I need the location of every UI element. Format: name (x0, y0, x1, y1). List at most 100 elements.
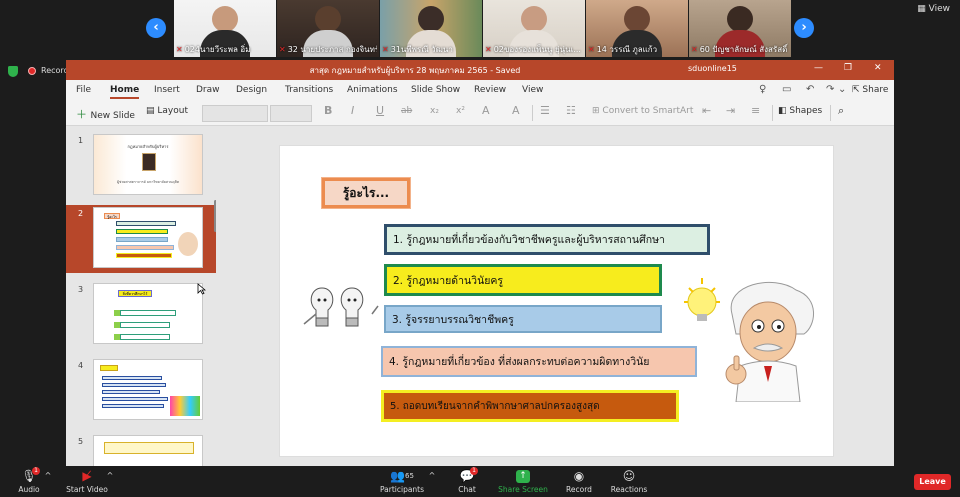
convert-smartart-button[interactable]: ⊞ Convert to SmartArt (592, 106, 693, 116)
participant-tile[interactable]: ✕ 31นพีพรณี วัฒนา (380, 0, 482, 57)
close-icon[interactable]: ✕ (874, 63, 882, 73)
font-color-icon[interactable]: A (482, 104, 490, 117)
tab-design[interactable]: Design (236, 85, 267, 95)
chat-button[interactable]: 💬 1 Chat (452, 466, 482, 497)
slide-item-2[interactable]: 2. รู้กฎหมายด้านวินัยครู (384, 264, 662, 296)
participant-tile[interactable]: ✕ 024นายวีระพล อิ่ม (174, 0, 276, 57)
participants-options-chevron[interactable]: ^ (428, 466, 436, 497)
record-button[interactable]: ◉ Record (562, 466, 596, 497)
recording-icon (28, 67, 36, 75)
bullets-icon[interactable]: ☰ (540, 104, 550, 117)
font-size-combo[interactable] (270, 105, 312, 122)
slide-item-4[interactable]: 4. รู้กฎหมายที่เกี่ยวข้อง ที่ส่งผลกระทบต… (381, 346, 697, 377)
meeting-controls: 🎙 1 Audio ^ ▶̸ Start Video ^ 👥65 Partici… (0, 466, 960, 497)
font-name-combo[interactable] (202, 105, 268, 122)
numbering-icon[interactable]: ☷ (566, 104, 576, 117)
title-bar: สาสุด กฎหมายสำหรับผู้บริหาร 28 พฤษภาคม 2… (66, 60, 894, 80)
tab-slide-show[interactable]: Slide Show (411, 85, 460, 95)
chevron-up-icon: ^ (44, 471, 52, 480)
search-icon[interactable]: ⌕ (838, 104, 844, 118)
tab-home[interactable]: Home (110, 85, 140, 99)
participant-tile[interactable]: ✕ 02ของรองแพ็นนู ยุ่นุ่นเ... (483, 0, 585, 57)
bold-button[interactable]: B (324, 104, 332, 117)
align-icon[interactable]: ≡ (751, 104, 760, 117)
participant-tile[interactable]: ✕ 14 วรรณี ภูลแก้ว (586, 0, 688, 57)
slide-thumbnails-pane: 1 กฎหมายสำหรับผู้บริหาร ผู้ช่วยศาสตราจาร… (66, 127, 216, 466)
reactions-button[interactable]: ☺ Reactions (610, 466, 648, 497)
slide-editor: รู้อะไร... 1. รู้กฎหมายที่เกี่ยวข้องกับว… (217, 127, 894, 466)
slide-thumbnail-selected[interactable]: 2 รู้อะไร (66, 205, 216, 273)
decrease-indent-icon[interactable]: ⇤ (702, 104, 711, 117)
audio-button[interactable]: 🎙 1 Audio (14, 466, 44, 497)
video-options-chevron[interactable]: ^ (106, 466, 114, 497)
tab-draw[interactable]: Draw (196, 85, 220, 95)
toolbar-separator (532, 105, 533, 121)
shapes-icon: ◧ (778, 106, 790, 116)
underline-button[interactable]: U (376, 104, 384, 117)
shield-icon[interactable] (8, 66, 18, 77)
powerpoint-window: สาสุด กฎหมายสำหรับผู้บริหาร 28 พฤษภาคม 2… (66, 60, 894, 466)
slide-thumbnail[interactable]: 5 (66, 433, 216, 466)
tab-insert[interactable]: Insert (154, 85, 180, 95)
portrait-image (142, 153, 156, 171)
share-screen-button[interactable]: ↑ Share Screen (498, 466, 548, 497)
next-page-arrow-icon[interactable]: › (794, 18, 814, 38)
tab-review[interactable]: Review (474, 85, 506, 95)
redo-icon[interactable]: ↷ (826, 84, 834, 95)
video-off-icon: ▶̸ (82, 469, 92, 483)
muted-mic-icon: ✕ (485, 45, 492, 54)
layout-button[interactable]: ▤ Layout (146, 106, 188, 116)
smartart-icon: ⊞ (592, 106, 603, 116)
participant-name: 32 นายประภาส กองจินทร์ (287, 45, 377, 54)
participant-name: 31นพีพรณี วัฒนา (390, 45, 453, 54)
slide-heading[interactable]: รู้อะไร... (322, 178, 410, 208)
minimize-icon[interactable]: — (814, 63, 823, 73)
slide-thumbnail[interactable]: 3 สิ่งที่ควรศึกษาไว้ (66, 281, 216, 349)
participant-tile[interactable]: ✕ 32 นายประภาส กองจินทร์ (277, 0, 379, 57)
lightbulb-icon[interactable]: ♀ (759, 84, 766, 95)
muted-mic-icon: ✕ (588, 45, 595, 54)
tab-view[interactable]: View (522, 85, 543, 95)
participants-icon: 👥 (390, 469, 406, 483)
thumbnail-scrollbar[interactable] (214, 200, 216, 232)
increase-indent-icon[interactable]: ⇥ (726, 104, 735, 117)
strikethrough-button[interactable]: ab (401, 106, 412, 116)
slide-canvas[interactable]: รู้อะไร... 1. รู้กฎหมายที่เกี่ยวข้องกับว… (279, 145, 834, 457)
start-video-button[interactable]: ▶̸ Start Video (64, 466, 110, 497)
slide-thumbnail[interactable]: 1 กฎหมายสำหรับผู้บริหาร ผู้ช่วยศาสตราจาร… (66, 132, 216, 200)
chevron-up-icon: ^ (428, 471, 436, 480)
tab-animations[interactable]: Animations (347, 85, 398, 95)
superscript-button[interactable]: x² (456, 106, 465, 116)
subscript-button[interactable]: x₂ (430, 106, 439, 116)
previous-page-arrow-icon[interactable]: ‹ (146, 18, 166, 38)
view-button[interactable]: ▦ View (917, 4, 950, 14)
audio-options-chevron[interactable]: ^ (44, 466, 52, 497)
grid-icon: ▦ (917, 4, 929, 14)
italic-button[interactable]: I (351, 104, 354, 117)
new-slide-button[interactable]: ＋ New Slide (76, 106, 135, 122)
undo-icon[interactable]: ↶ (806, 84, 814, 95)
muted-mic-icon: ✕ (382, 45, 389, 54)
chevron-up-icon: ^ (106, 471, 114, 480)
audio-badge: 1 (32, 467, 40, 475)
chevron-down-icon[interactable]: ⌄ (838, 84, 846, 95)
comment-icon[interactable]: ▭ (782, 84, 791, 95)
reactions-icon: ☺ (622, 469, 636, 483)
participant-tile[interactable]: ✕ 60 ปัญชาลักษณ์ สังสรัสดิ์ (689, 0, 791, 57)
toolbar-separator (772, 105, 773, 121)
restore-icon[interactable]: ❐ (844, 63, 852, 73)
document-title: สาสุด กฎหมายสำหรับผู้บริหาร 28 พฤษภาคม 2… (309, 66, 521, 75)
participants-button[interactable]: 👥65 Participants (378, 466, 426, 497)
chat-badge: 1 (470, 467, 478, 475)
slide-item-1[interactable]: 1. รู้กฎหมายที่เกี่ยวข้องกับวิชาชีพครูแล… (384, 224, 710, 255)
tab-file[interactable]: File (76, 85, 91, 95)
shapes-button[interactable]: ◧ Shapes (778, 106, 822, 116)
slide-thumbnail[interactable]: 4 (66, 357, 216, 425)
share-button[interactable]: ⇱ Share (852, 85, 888, 95)
tab-transitions[interactable]: Transitions (285, 85, 333, 95)
slide-item-3[interactable]: 3. รู้จรรยาบรรณวิชาชีพครู (384, 305, 662, 333)
slide-item-5[interactable]: 5. ถอดบทเรียนจากคำพิพากษาศาลปกครองสูงสุด (381, 390, 679, 422)
clear-formatting-icon[interactable]: A (512, 104, 520, 117)
user-name[interactable]: sduonline15 (688, 64, 737, 73)
leave-button[interactable]: Leave (914, 474, 951, 490)
